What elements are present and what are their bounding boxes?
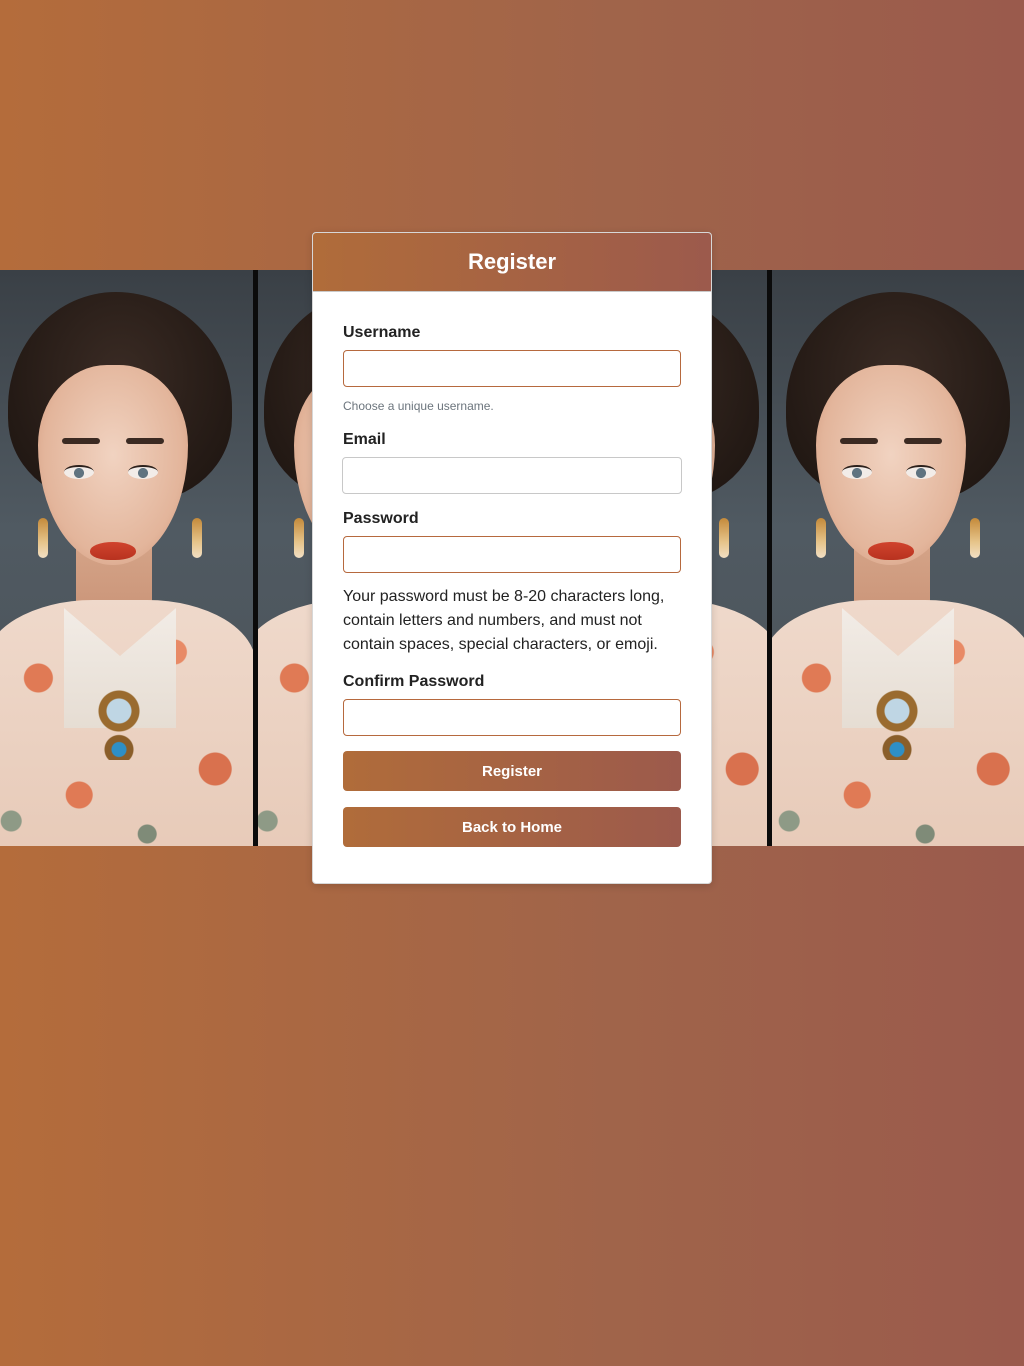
portrait-figure [711,270,767,846]
username-field[interactable] [343,350,681,387]
portrait-figure [0,270,253,846]
email-label: Email [343,431,386,448]
username-label: Username [343,324,421,341]
password-help-text: Your password must be 8-20 characters lo… [343,588,665,653]
portrait-panel-right [772,270,1024,846]
portrait-panel-center-left [258,270,312,846]
email-field[interactable] [342,457,682,494]
page-title: Register [467,249,557,274]
username-group: Username Choose a unique username. [343,324,681,413]
email-group: Email [342,431,682,494]
register-button[interactable]: Register [343,751,681,791]
confirm-password-label: Confirm Password [343,673,485,690]
card-header: Register [313,233,711,292]
confirm-password-group: Confirm Password [343,673,681,736]
username-help-text: Choose a unique username. [343,399,494,413]
confirm-password-field[interactable] [343,699,681,736]
register-card: Register Username Choose a unique userna… [312,232,712,884]
register-form: Username Choose a unique username. Email… [313,292,711,847]
portrait-panel-left [0,270,253,846]
portrait-panel-center-right [711,270,767,846]
password-field[interactable] [343,536,681,573]
password-group: Password Your password must be 8-20 char… [343,510,681,657]
back-to-home-button[interactable]: Back to Home [343,807,681,847]
portrait-figure [772,270,1024,846]
portrait-figure [258,270,312,846]
password-label: Password [343,510,419,527]
